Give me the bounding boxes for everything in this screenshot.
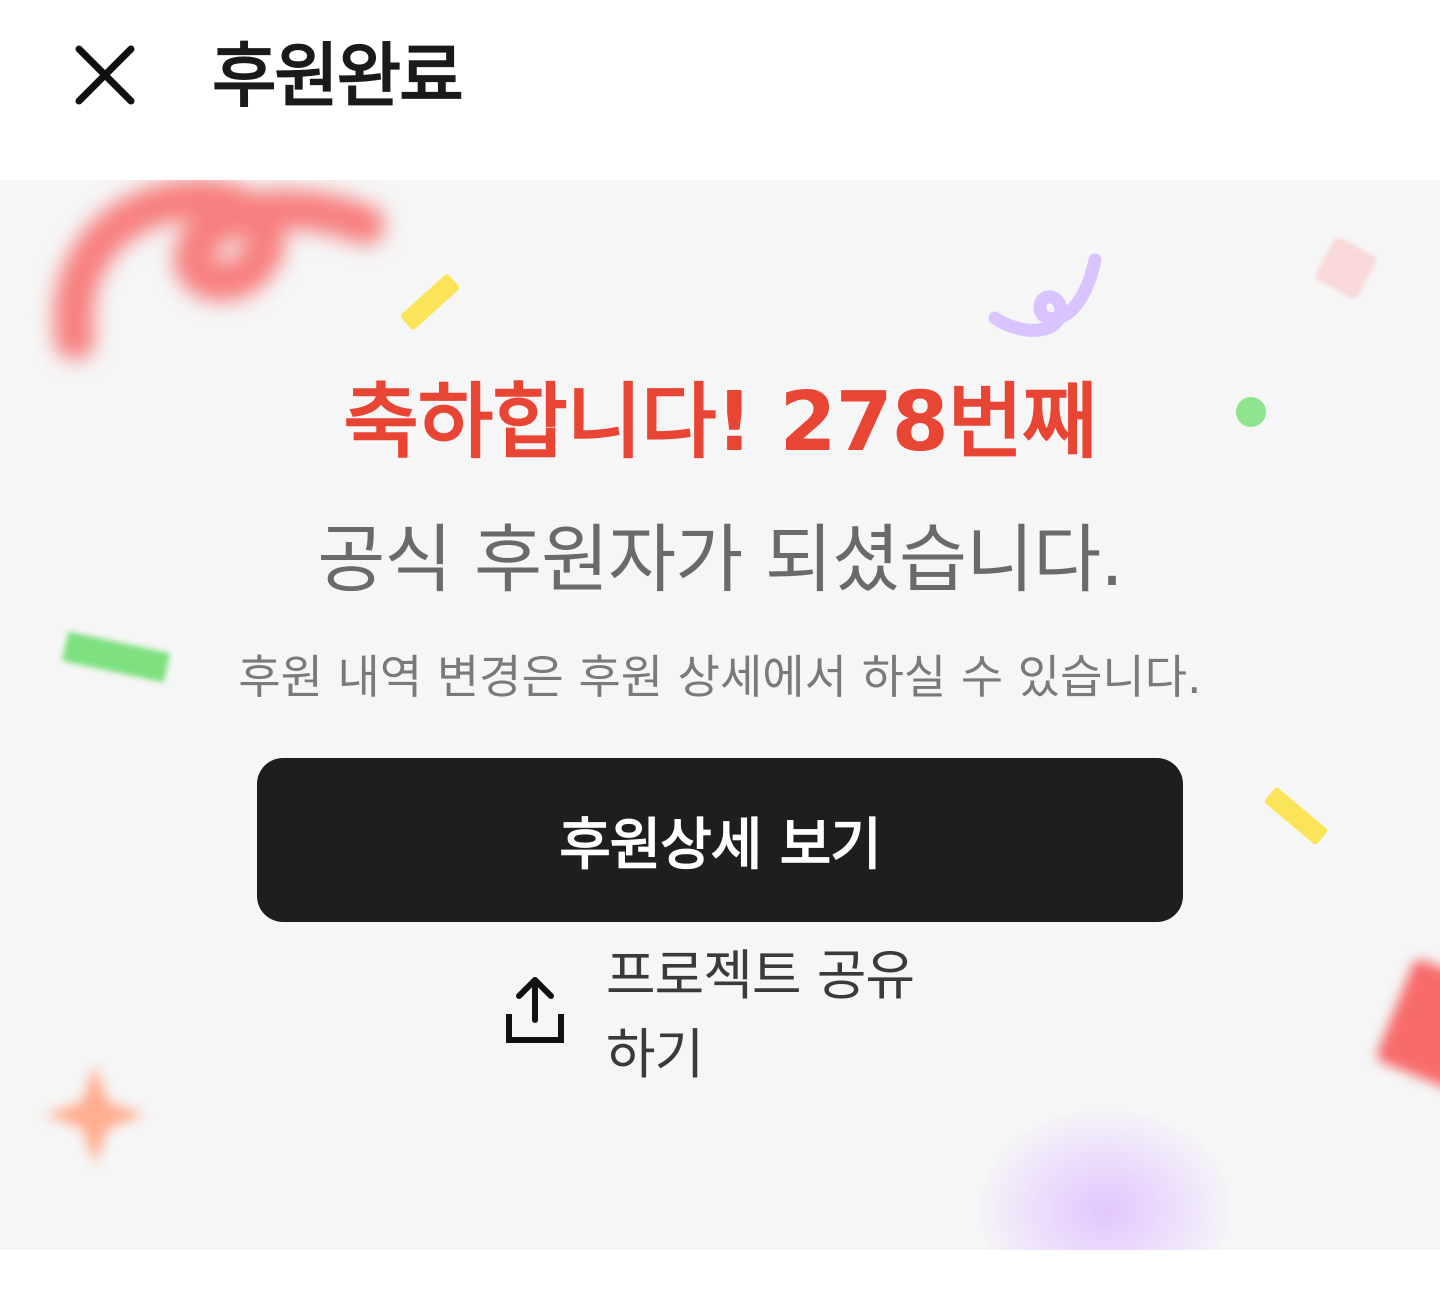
header: 후원완료 bbox=[0, 0, 1440, 180]
share-upload-icon bbox=[500, 970, 570, 1050]
confetti-purple-squiggle bbox=[988, 253, 1102, 337]
close-icon bbox=[75, 45, 135, 105]
share-project-button[interactable]: 프로젝트 공유하기 bbox=[500, 944, 960, 1086]
confetti-orange-star bbox=[45, 1065, 145, 1165]
share-project-label: 프로젝트 공유하기 bbox=[605, 944, 915, 1086]
congrats-heading: 축하합니다! 278번째 bbox=[343, 375, 1097, 470]
page-title: 후원완료 bbox=[212, 35, 464, 117]
confetti-swirl-decoration bbox=[53, 180, 385, 360]
confetti-pink-square bbox=[1313, 235, 1379, 301]
confetti-red-shape bbox=[1374, 957, 1440, 1093]
celebration-panel: 축하합니다! 278번째 공식 후원자가 되셨습니다. 후원 내역 변경은 후원… bbox=[0, 180, 1440, 1250]
view-support-detail-button[interactable]: 후원상세 보기 bbox=[257, 758, 1183, 922]
supporter-subtitle: 공식 후원자가 되셨습니다. bbox=[317, 517, 1123, 603]
confetti-yellow-bar bbox=[399, 273, 461, 331]
close-button[interactable] bbox=[60, 30, 150, 120]
support-complete-page: 후원완료 축하합니다! 278번째 공식 후원자가 되셨습니다. 후원 내역 변… bbox=[0, 0, 1440, 1311]
confetti-yellow-bar bbox=[1263, 786, 1329, 846]
support-change-note: 후원 내역 변경은 후원 상세에서 하실 수 있습니다. bbox=[238, 650, 1202, 704]
confetti-purple-blob bbox=[980, 1110, 1230, 1250]
